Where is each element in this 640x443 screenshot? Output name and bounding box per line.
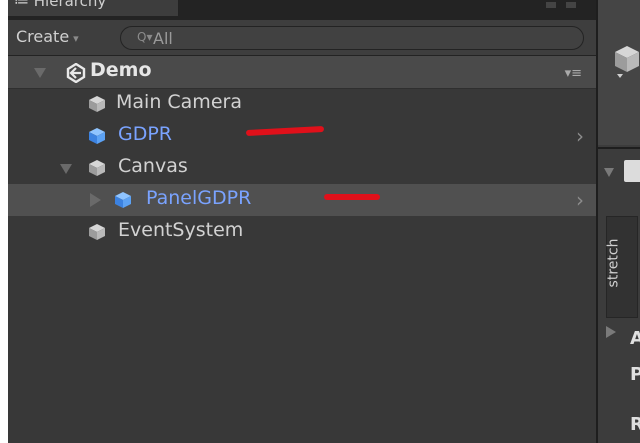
foldout-collapsed-icon[interactable] — [90, 193, 101, 207]
tab-tools[interactable] — [546, 0, 586, 12]
foldout-expanded-icon[interactable] — [60, 164, 72, 174]
create-button-label: Create — [16, 27, 70, 46]
hierarchy-item-panelgdpr[interactable]: PanelGDPR › — [8, 184, 596, 216]
inspector-field-label: P — [630, 364, 640, 385]
unity-logo-icon — [66, 63, 86, 83]
blue-cube-icon — [115, 192, 131, 208]
hierarchy-item-canvas[interactable]: Canvas — [8, 152, 596, 184]
chevron-right-icon[interactable]: › — [576, 124, 584, 148]
item-label: Canvas — [118, 155, 188, 177]
inspector-divider — [598, 147, 640, 149]
gray-cube-icon — [89, 160, 105, 176]
inspector-panel: stretch A P R — [596, 0, 640, 443]
scene-menu-icon[interactable]: ▾≡ — [565, 66, 582, 81]
create-button[interactable]: Create ▾ — [16, 27, 79, 47]
item-label: EventSystem — [118, 219, 244, 241]
anchor-presets-button[interactable]: stretch — [605, 216, 638, 318]
foldout-collapsed-icon[interactable] — [606, 326, 616, 338]
item-label: GDPR — [118, 123, 173, 145]
stretch-label: stretch — [605, 238, 622, 288]
search-field[interactable]: Q▾ — [120, 26, 584, 50]
scene-name: Demo — [90, 59, 152, 81]
inspector-field-label: A — [630, 328, 640, 349]
red-annotation-mark — [324, 194, 380, 200]
tab-strip: ≔ Hierarchy — [8, 0, 596, 20]
chevron-right-icon[interactable]: › — [576, 188, 584, 212]
gray-cube-icon — [89, 224, 105, 240]
gray-cube-icon — [615, 46, 639, 78]
foldout-expanded-icon[interactable] — [34, 68, 46, 78]
lock-icon[interactable] — [546, 2, 556, 8]
hierarchy-item-gdpr[interactable]: GDPR › — [8, 120, 596, 152]
hierarchy-panel: ≔ Hierarchy Create▾ Q▾ Demo ▾≡ Ma — [8, 0, 596, 443]
search-input[interactable] — [153, 28, 533, 48]
gray-cube-icon — [89, 96, 105, 112]
window-edge — [0, 0, 8, 443]
hierarchy-item-main-camera[interactable]: Main Camera — [8, 88, 596, 120]
hierarchy-toolbar: Create ▾ Q▾ — [8, 20, 596, 56]
tab-hierarchy[interactable]: ≔ Hierarchy — [8, 0, 179, 16]
scene-row[interactable]: Demo ▾≡ — [8, 56, 596, 89]
dropdown-caret-icon: ▾ — [73, 32, 79, 45]
tab-menu-icon[interactable] — [566, 2, 576, 8]
hierarchy-item-eventsystem[interactable]: EventSystem — [8, 216, 596, 248]
tab-hierarchy-label: ≔ Hierarchy — [14, 0, 107, 10]
blue-cube-icon — [89, 128, 105, 144]
item-label: Main Camera — [116, 91, 242, 113]
rect-transform-icon — [624, 160, 640, 182]
inspector-field-label: R — [630, 414, 640, 435]
foldout-expanded-icon[interactable] — [604, 168, 614, 177]
item-label: PanelGDPR — [146, 187, 252, 209]
search-icon[interactable]: Q▾ — [137, 30, 152, 44]
